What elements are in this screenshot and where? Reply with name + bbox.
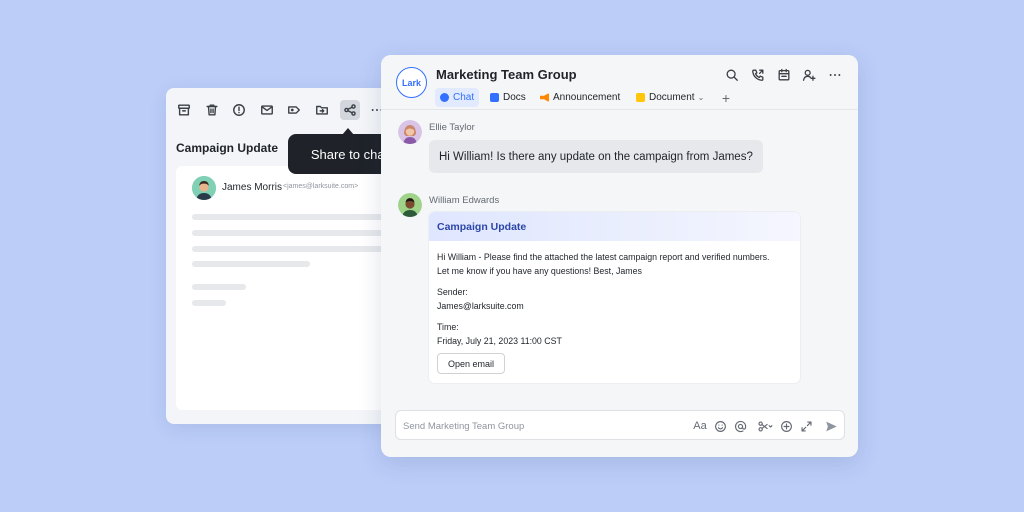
add-member-icon[interactable] bbox=[800, 66, 818, 84]
search-icon[interactable] bbox=[723, 66, 741, 84]
email-toolbar bbox=[166, 88, 401, 132]
mention-icon[interactable] bbox=[732, 418, 748, 434]
card-label: Time: bbox=[437, 322, 459, 332]
card-value: Friday, July 21, 2023 11:00 CST bbox=[437, 336, 562, 346]
message-bubble: Hi William! Is there any update on the c… bbox=[429, 140, 763, 173]
placeholder-line bbox=[192, 261, 310, 267]
chevron-down-icon: ⌄ bbox=[697, 93, 705, 102]
avatar bbox=[192, 176, 216, 200]
trash-icon[interactable] bbox=[202, 100, 222, 120]
chat-icon bbox=[440, 93, 449, 102]
message-sender: Ellie Taylor bbox=[429, 122, 475, 133]
email-content: James Morris <james@larksuite.com> bbox=[176, 166, 401, 410]
message-sender: William Edwards bbox=[429, 195, 500, 206]
tab-label: Document bbox=[649, 92, 695, 103]
tab-docs[interactable]: Docs bbox=[485, 88, 531, 107]
share-icon[interactable] bbox=[340, 100, 360, 120]
scissors-icon[interactable] bbox=[754, 418, 776, 434]
add-circle-icon[interactable] bbox=[778, 418, 794, 434]
tab-label: Announcement bbox=[553, 92, 621, 103]
docs-icon bbox=[490, 93, 499, 102]
message-composer: Aa bbox=[395, 410, 845, 440]
sender-name: James Morris bbox=[222, 182, 283, 193]
alert-icon[interactable] bbox=[229, 100, 249, 120]
tab-document[interactable]: Document ⌄ bbox=[631, 88, 709, 107]
message-input[interactable] bbox=[403, 417, 673, 435]
card-body: Hi William - Please find the attached th… bbox=[437, 250, 797, 348]
avatar bbox=[398, 193, 422, 217]
move-folder-icon[interactable] bbox=[312, 100, 332, 120]
tab-announcement[interactable]: Announcement bbox=[535, 88, 625, 107]
placeholder-line bbox=[192, 300, 226, 306]
open-email-button[interactable]: Open email bbox=[437, 353, 506, 374]
emoji-icon[interactable] bbox=[712, 418, 728, 434]
placeholder-line bbox=[192, 284, 246, 290]
announcement-icon bbox=[540, 93, 549, 102]
expand-icon[interactable] bbox=[798, 418, 814, 434]
group-title: Marketing Team Group bbox=[436, 67, 577, 82]
archive-icon[interactable] bbox=[174, 100, 194, 120]
placeholder-line bbox=[192, 230, 401, 236]
card-text: Let me know if you have any questions! B… bbox=[437, 266, 642, 276]
avatar bbox=[398, 120, 422, 144]
lark-logo: Lark bbox=[396, 67, 427, 98]
font-format-icon[interactable]: Aa bbox=[692, 418, 708, 434]
chat-window: Lark Marketing Team Group Chat Docs Anno… bbox=[381, 55, 858, 457]
placeholder-line bbox=[192, 214, 401, 220]
tag-icon[interactable] bbox=[284, 100, 304, 120]
card-text: Hi William - Please find the attached th… bbox=[437, 252, 770, 262]
card-title: Campaign Update bbox=[429, 212, 800, 241]
send-icon[interactable] bbox=[823, 418, 839, 434]
call-icon[interactable] bbox=[749, 66, 767, 84]
mail-icon[interactable] bbox=[257, 100, 277, 120]
email-subject: Campaign Update bbox=[176, 141, 279, 155]
placeholder-line bbox=[192, 246, 401, 252]
chat-header: Lark Marketing Team Group Chat Docs Anno… bbox=[381, 55, 858, 110]
card-value: James@larksuite.com bbox=[437, 301, 524, 311]
tab-label: Docs bbox=[503, 92, 526, 103]
more-icon[interactable] bbox=[826, 66, 844, 84]
calendar-icon[interactable] bbox=[775, 66, 793, 84]
sender-email: <james@larksuite.com> bbox=[283, 183, 359, 190]
tab-label: Chat bbox=[453, 92, 475, 103]
folder-icon bbox=[636, 93, 645, 102]
email-share-card: Campaign Update Hi William - Please find… bbox=[429, 212, 800, 383]
card-label: Sender: bbox=[437, 287, 468, 297]
add-tab-button[interactable]: + bbox=[719, 88, 733, 107]
tab-chat[interactable]: Chat bbox=[435, 88, 480, 107]
